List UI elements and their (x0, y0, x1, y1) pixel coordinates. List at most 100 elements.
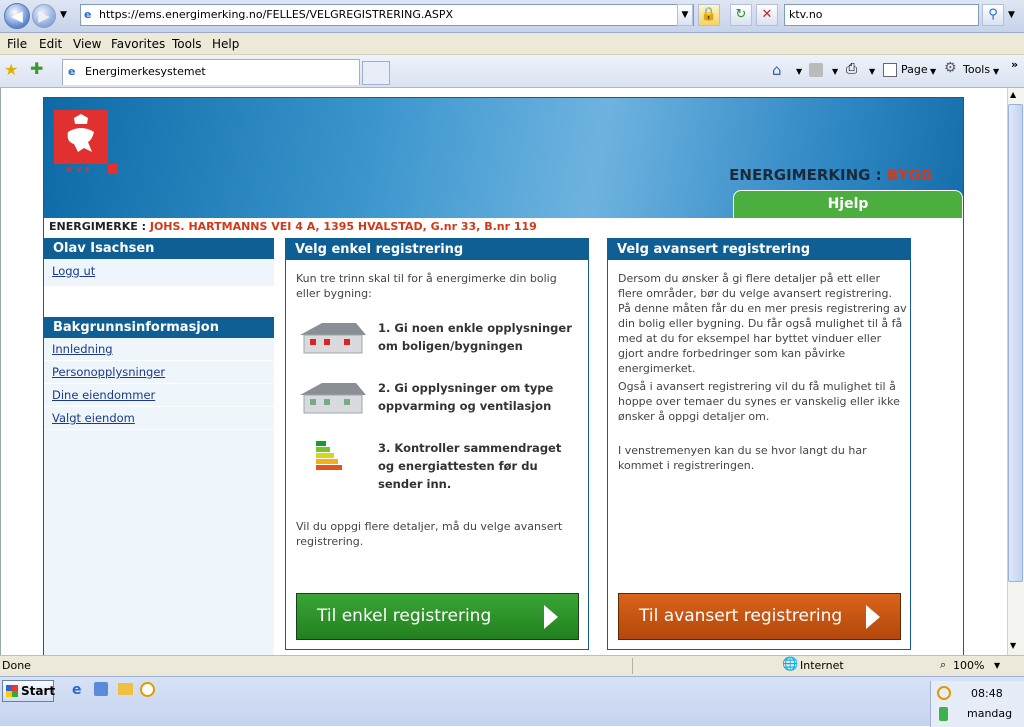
house-icon (300, 323, 366, 354)
status-text: Done (2, 659, 31, 672)
page-menu-button[interactable]: Page (901, 63, 928, 76)
globe-icon: 🌐 (782, 657, 799, 672)
clock-quicklaunch-icon[interactable] (140, 682, 155, 697)
search-dropdown-icon[interactable]: ▼ (1008, 10, 1015, 20)
print-icon[interactable]: ⎙ (846, 61, 857, 77)
simple-intro: Kun tre trinn skal til for å energimerke… (296, 272, 557, 300)
help-tab[interactable]: Hjelp (733, 190, 963, 218)
logout-link[interactable]: Logg ut (44, 259, 274, 287)
windows-logo-icon (6, 685, 18, 697)
nav-item-personopplysninger[interactable]: Personopplysninger (44, 361, 274, 384)
tray-clock-icon[interactable] (937, 686, 951, 700)
ie-tab-icon: e (68, 65, 76, 78)
lock-icon[interactable]: 🔒 (698, 4, 720, 26)
menu-bar: File Edit View Favorites Tools Help (0, 33, 1024, 55)
menu-edit[interactable]: Edit (39, 37, 62, 51)
feeds-dropdown-icon[interactable]: ▼ (832, 67, 838, 76)
back-button[interactable]: ◀ (4, 3, 30, 29)
nav-item-dine-eiendommer[interactable]: Dine eiendommer (44, 384, 274, 407)
energimerke-address: JOHS. HARTMANNS VEI 4 A, 1395 HVALSTAD, … (149, 220, 537, 233)
feeds-icon[interactable] (809, 63, 823, 77)
lion-crest-icon (67, 114, 94, 152)
refresh-button[interactable]: ↻ (730, 4, 752, 26)
site-banner: NVE ENERGIMERKING : BYGG Hjelp (44, 98, 963, 218)
menu-favorites[interactable]: Favorites (111, 37, 165, 51)
simple-button-label: Til enkel registrering (317, 606, 492, 626)
menu-file[interactable]: File (7, 37, 27, 51)
home-icon[interactable]: ⌂ (772, 61, 782, 79)
gear-icon: ⚙ (944, 60, 957, 76)
nve-logo: NVE (54, 110, 118, 174)
nav-item-valgt-eiendom[interactable]: Valgt eiendom (44, 407, 274, 430)
history-dropdown-icon[interactable]: ▼ (60, 10, 67, 20)
simple-panel-title: Velg enkel registrering (286, 239, 588, 260)
chevron-more-icon[interactable]: » (1011, 58, 1018, 71)
forward-button[interactable]: ▶ (32, 4, 56, 28)
scroll-up-icon[interactable]: ▲ (1010, 90, 1016, 99)
start-label: Start (21, 684, 56, 698)
search-input[interactable]: ktv.no (784, 4, 979, 26)
arrow-right-icon (544, 605, 558, 629)
home-dropdown-icon[interactable]: ▼ (796, 67, 802, 76)
clock-time[interactable]: 08:48 (971, 687, 1003, 700)
brand-prefix: ENERGIMERKING : (729, 166, 887, 184)
step-3: 3. Kontroller sammendraget og energiatte… (378, 441, 562, 491)
url-dropdown-icon[interactable]: ▼ (677, 4, 693, 26)
menu-view[interactable]: View (73, 37, 101, 51)
advanced-paragraph-1: Dersom du ønsker å gi flere detaljer på … (618, 272, 907, 375)
tab-energimerkesystemet[interactable]: e Energimerkesystemet (62, 59, 360, 85)
status-panes (632, 658, 777, 674)
background-info-heading: Bakgrunnsinformasjon (44, 317, 274, 338)
simple-registration-panel: Velg enkel registrering Kun tre trinn sk… (285, 238, 589, 650)
scroll-down-icon[interactable]: ▼ (1010, 641, 1016, 650)
user-name-heading: Olav Isachsen (44, 238, 274, 259)
page-dropdown-icon[interactable]: ▼ (930, 67, 936, 76)
url-field[interactable]: e https://ems.energimerking.no/FELLES/VE… (80, 4, 694, 26)
tools-menu-button[interactable]: Tools (963, 63, 990, 76)
step-2: 2. Gi opplysninger om type oppvarming og… (378, 381, 554, 413)
advanced-registration-panel: Velg avansert registrering Dersom du øns… (607, 238, 911, 650)
house-icon (300, 383, 366, 414)
add-favorite-icon[interactable]: ✚ (30, 59, 43, 78)
clock-day: mandag (967, 707, 1013, 720)
nav-item-innledning[interactable]: Innledning (44, 338, 274, 361)
left-nav: Olav Isachsen Logg ut Bakgrunnsinformasj… (44, 238, 274, 658)
taskbar: Start e 08:48 mandag (0, 676, 1024, 727)
tab-title: Energimerkesystemet (85, 65, 206, 78)
search-icon[interactable]: ⚲ (982, 4, 1004, 26)
advanced-button-label: Til avansert registrering (639, 606, 843, 626)
zoom-dropdown-icon[interactable]: ▼ (994, 661, 1000, 670)
status-bar: Done 🌐 Internet ⌕ 100% ▼ (0, 655, 1024, 676)
battery-icon[interactable] (939, 707, 948, 721)
print-dropdown-icon[interactable]: ▼ (869, 67, 875, 76)
new-tab-button[interactable] (362, 61, 390, 85)
simple-outro: Vil du oppgi flere detaljer, må du velge… (296, 520, 563, 548)
energimerke-line: ENERGIMERKE : JOHS. HARTMANNS VEI 4 A, 1… (49, 220, 537, 233)
logo-square (108, 164, 118, 174)
start-button[interactable]: Start (2, 680, 56, 702)
tab-bar: ★ ✚ e Energimerkesystemet ⌂ ▼ ▼ ⎙ ▼ Page… (0, 55, 1024, 88)
zoom-icon[interactable]: ⌕ (940, 658, 946, 672)
logo-text: NVE (66, 166, 95, 174)
stop-button[interactable]: ✕ (756, 4, 778, 26)
favorites-star-icon[interactable]: ★ (4, 60, 18, 79)
advanced-paragraph-3: I venstremenyen kan du se hvor langt du … (618, 444, 867, 472)
folder-quicklaunch-icon[interactable] (118, 683, 133, 695)
address-bar-row: ◀ ▶ ▼ e https://ems.energimerking.no/FEL… (0, 0, 1024, 33)
zoom-level[interactable]: 100% (953, 659, 984, 672)
page-icon (883, 63, 897, 77)
system-tray: 08:48 mandag (930, 681, 1024, 727)
url-text: https://ems.energimerking.no/FELLES/VELG… (99, 8, 454, 21)
desktop-quicklaunch-icon[interactable] (94, 682, 108, 696)
menu-tools[interactable]: Tools (172, 37, 202, 51)
nav-spacer (44, 287, 274, 317)
simple-registration-button[interactable]: Til enkel registrering (296, 593, 579, 640)
menu-help[interactable]: Help (212, 37, 239, 51)
brand-title: ENERGIMERKING : BYGG (729, 166, 933, 184)
ie-quicklaunch-icon[interactable]: e (72, 682, 82, 698)
zone-text: Internet (800, 659, 844, 672)
tools-dropdown-icon[interactable]: ▼ (993, 67, 999, 76)
advanced-registration-button[interactable]: Til avansert registrering (618, 593, 901, 640)
advanced-paragraph-2: Også i avansert registrering vil du få m… (618, 380, 900, 423)
scrollbar-thumb[interactable] (1008, 104, 1023, 582)
